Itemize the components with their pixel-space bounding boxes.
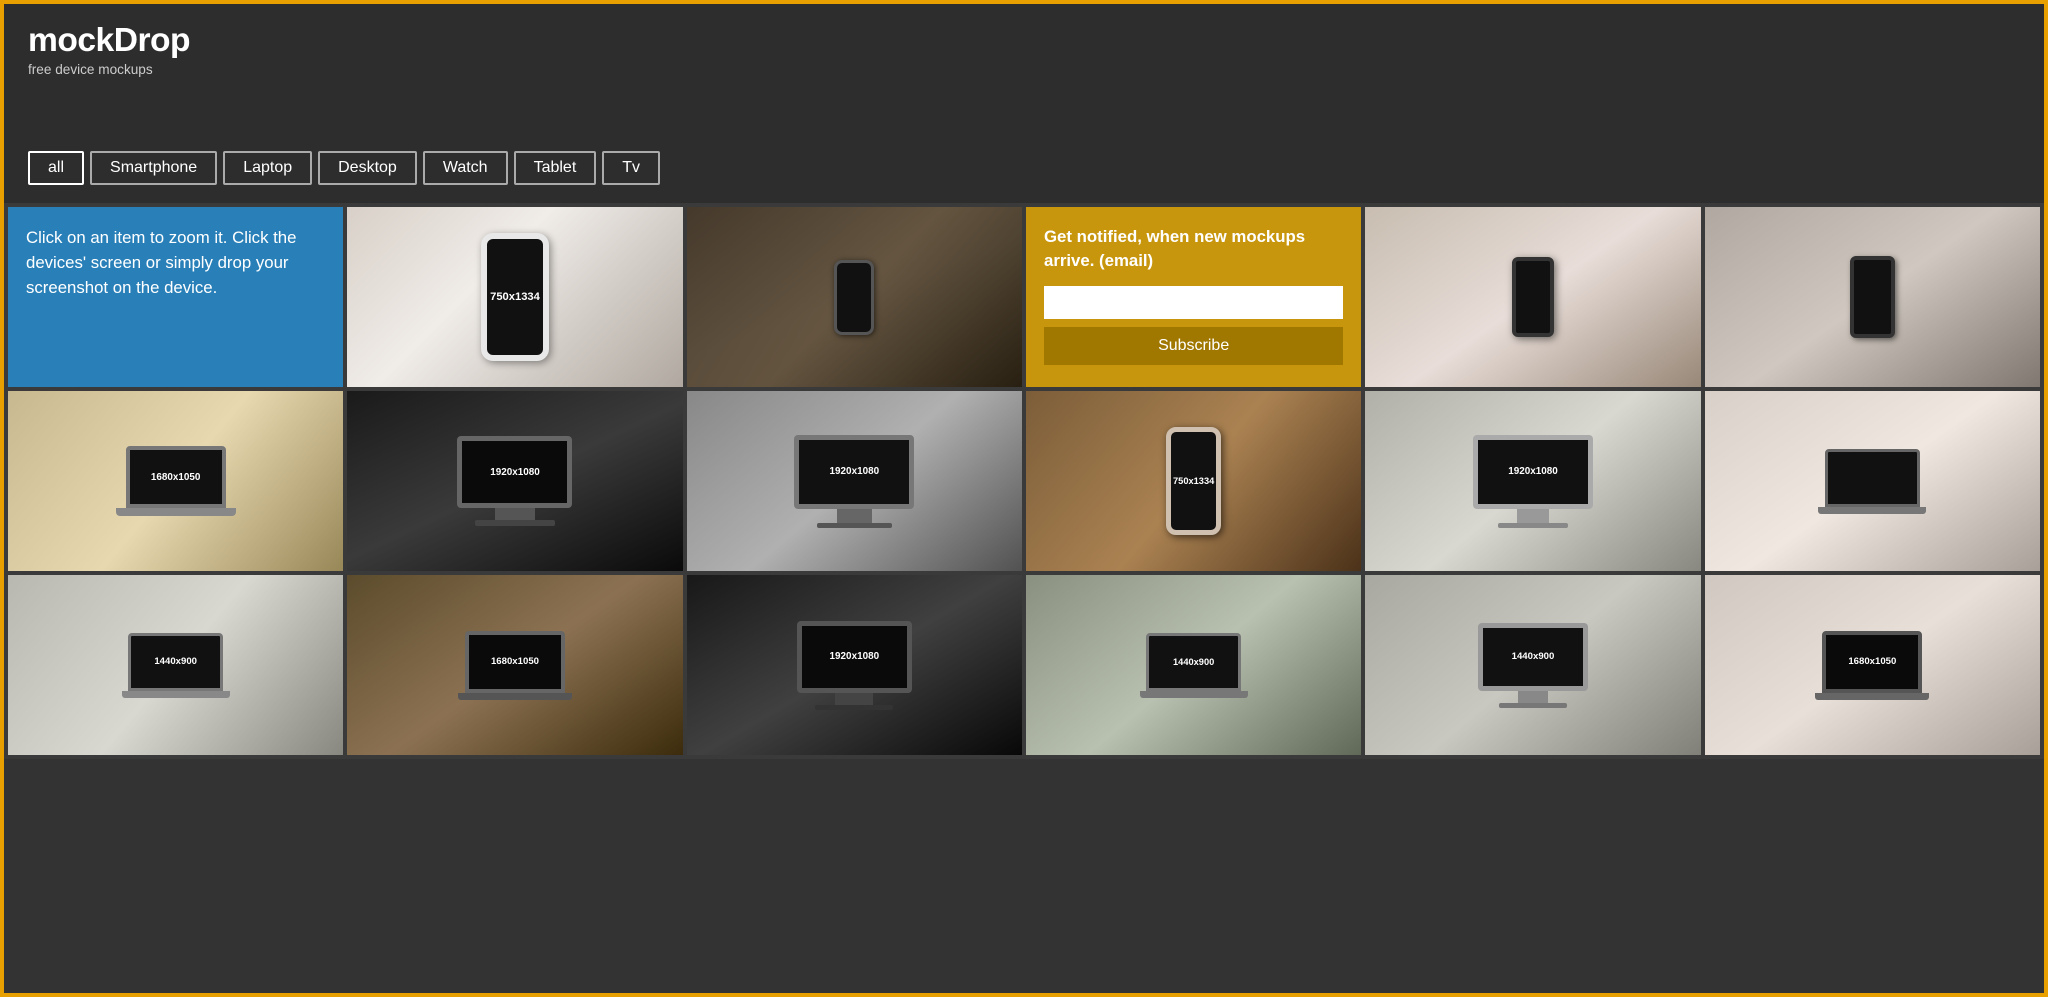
notify-email-input[interactable]: [1044, 286, 1343, 319]
filter-bar: all Smartphone Laptop Desktop Watch Tabl…: [4, 91, 2044, 203]
res-label-2: 1680x1050: [151, 472, 201, 483]
notify-heading: Get notified, when new mockups arrive. (…: [1044, 225, 1343, 272]
notify-cell: Get notified, when new mockups arrive. (…: [1026, 207, 1361, 387]
subscribe-button[interactable]: Subscribe: [1044, 327, 1343, 365]
res-label-5: 750x1334: [1173, 476, 1214, 486]
mockup-imac-office1[interactable]: 1920x1080: [1365, 391, 1700, 571]
res-label-4: 1920x1080: [830, 466, 880, 477]
mockup-phone-white-hand[interactable]: 750x1334: [347, 207, 682, 387]
mockup-monitor-dark1[interactable]: 1920x1080: [347, 391, 682, 571]
info-text: Click on an item to zoom it. Click the d…: [26, 225, 325, 301]
filter-smartphone[interactable]: Smartphone: [90, 151, 217, 185]
mockup-person-phone-desk[interactable]: [687, 207, 1022, 387]
res-label-1: 750x1334: [490, 291, 540, 303]
res-label-7: 1440x900: [154, 656, 197, 667]
filter-desktop[interactable]: Desktop: [318, 151, 417, 185]
mockup-monitor-dark2[interactable]: 1920x1080: [687, 575, 1022, 755]
res-label-6: 1920x1080: [1508, 466, 1558, 477]
mockup-laptop-desk1[interactable]: 1680x1050: [8, 391, 343, 571]
mockup-vr-phone[interactable]: [1365, 207, 1700, 387]
filter-laptop[interactable]: Laptop: [223, 151, 312, 185]
res-label-10: 1440x900: [1173, 657, 1214, 667]
mockup-imac-desk2[interactable]: 1440x900: [1365, 575, 1700, 755]
res-label-12: 1680x1050: [1848, 656, 1896, 667]
res-label-3: 1920x1080: [490, 467, 540, 478]
site-subtitle: free device mockups: [28, 62, 2020, 77]
info-cell: Click on an item to zoom it. Click the d…: [8, 207, 343, 387]
mockup-mac-desk2[interactable]: 1440x900: [1026, 575, 1361, 755]
filter-watch[interactable]: Watch: [423, 151, 508, 185]
filter-tv[interactable]: Tv: [602, 151, 660, 185]
mockup-mac-desk1[interactable]: 1920x1080: [687, 391, 1022, 571]
res-label-9: 1920x1080: [830, 651, 880, 662]
main-grid: Click on an item to zoom it. Click the d…: [4, 203, 2044, 759]
mockup-laptop-notebook[interactable]: 1440x900: [8, 575, 343, 755]
filter-all[interactable]: all: [28, 151, 84, 185]
res-label-8: 1680x1050: [491, 656, 539, 667]
filter-tablet[interactable]: Tablet: [514, 151, 597, 185]
mockup-laptop-couch[interactable]: 1680x1050: [347, 575, 682, 755]
mockup-tablet-hand[interactable]: [1705, 207, 2040, 387]
res-label-11: 1440x900: [1512, 651, 1555, 662]
mockup-phone-table[interactable]: 750x1334: [1026, 391, 1361, 571]
mockup-person-laptop2[interactable]: 1680x1050: [1705, 575, 2040, 755]
mockup-person-laptop1[interactable]: [1705, 391, 2040, 571]
site-title: mockDrop: [28, 22, 2020, 60]
header: mockDrop free device mockups: [4, 4, 2044, 91]
